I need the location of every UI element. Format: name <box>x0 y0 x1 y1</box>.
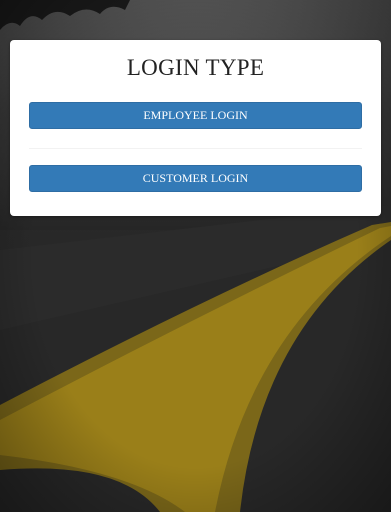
divider <box>29 148 362 149</box>
customer-login-button[interactable]: CUSTOMER LOGIN <box>29 165 362 192</box>
login-type-card: LOGIN TYPE EMPLOYEE LOGIN CUSTOMER LOGIN <box>10 40 381 216</box>
page-title: LOGIN TYPE <box>126 55 265 80</box>
employee-login-button[interactable]: EMPLOYEE LOGIN <box>29 102 362 129</box>
